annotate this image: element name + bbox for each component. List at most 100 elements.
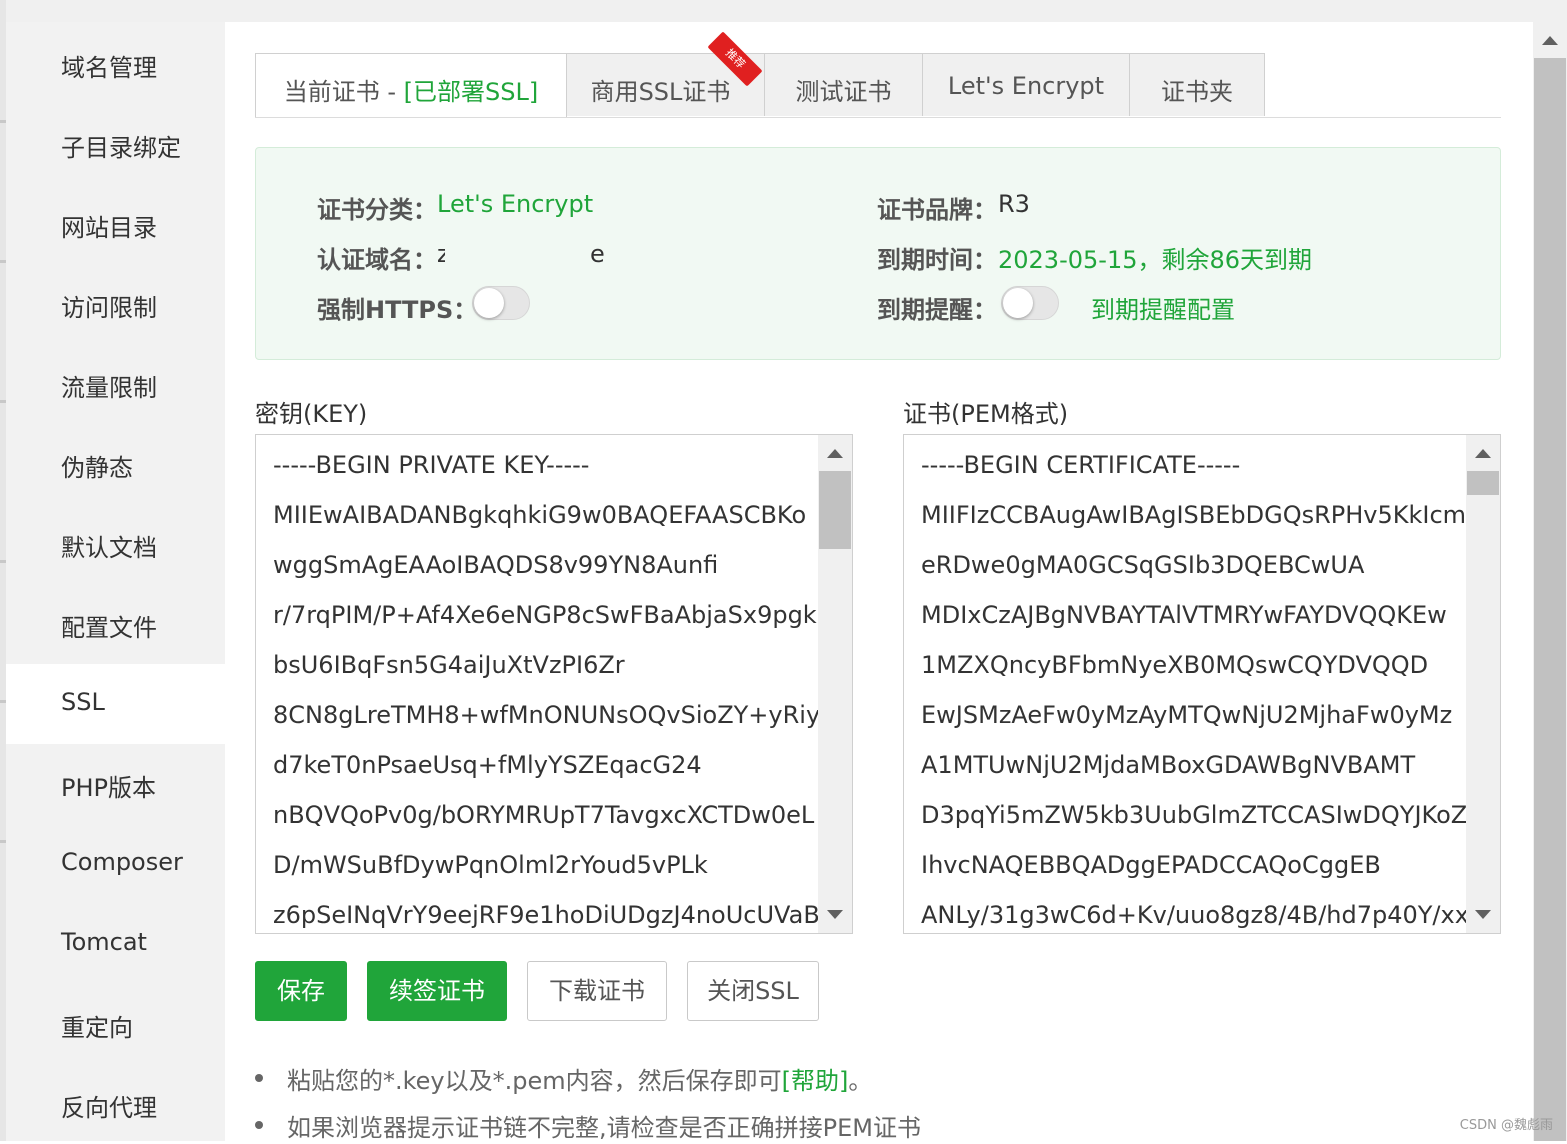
close-ssl-button[interactable]: 关闭SSL [687, 961, 819, 1021]
text-line: -----BEGIN CERTIFICATE----- [921, 451, 1241, 479]
ssl-tabs: 当前证书 - [已部署SSL] 商用SSL证书 推荐 测试证书 Let's En… [255, 31, 1501, 118]
sidebar-item-composer[interactable]: Composer [6, 824, 225, 904]
sidebar-item-subdir[interactable]: 子目录绑定 [6, 104, 225, 184]
cert-category-label: 证书分类： [317, 196, 437, 224]
sidebar-item-tomcat[interactable]: Tomcat [6, 904, 225, 984]
sidebar-item-label: PHP版本 [61, 774, 156, 802]
sidebar-item-label: 域名管理 [61, 54, 157, 82]
sidebar-item-label: 子目录绑定 [61, 134, 181, 162]
key-scrollbar[interactable] [818, 435, 852, 933]
cert-domain-label: 认证域名： [317, 246, 437, 274]
tab-folder-label: 证书夹 [1161, 78, 1233, 106]
text-line: 1MZXQncyBFbmNyeXB0MQswCQYDVQQD [921, 651, 1429, 679]
scroll-up-icon[interactable] [1542, 36, 1558, 45]
text-line: d7keT0nPsaeUsq+fMlyYSZEqacG24 [273, 751, 702, 779]
tip1-text: 粘贴您的*.key以及*.pem内容，然后保存即可 [287, 1067, 782, 1095]
cert-textarea[interactable]: -----BEGIN CERTIFICATE----- MIIFIzCCBAugA… [903, 434, 1501, 934]
sidebar-item-label: Tomcat [61, 928, 147, 956]
cert-brand-label: 证书品牌： [877, 196, 997, 224]
sidebar-item-redirect[interactable]: 重定向 [6, 984, 225, 1064]
tip2-text: 如果浏览器提示证书链不完整,请检查是否正确拼接PEM证书 [287, 1114, 921, 1142]
cert-domain-value-end: e [590, 240, 605, 268]
expiry-label: 到期时间： [877, 246, 997, 274]
download-cert-button[interactable]: 下载证书 [527, 961, 667, 1021]
sidebar-item-traffic-limit[interactable]: 流量限制 [6, 344, 225, 424]
top-strip [0, 0, 1567, 22]
text-line: nBQVQoPv0g/bORYMRUpT7TavgxcXCTDw0eL [273, 801, 815, 829]
sidebar-item-label: 伪静态 [61, 454, 133, 482]
text-line: D/mWSuBfDywPqnOlml2rYoud5vPLk [273, 851, 708, 879]
scroll-up-icon[interactable] [827, 449, 843, 458]
sidebar-item-default-doc[interactable]: 默认文档 [6, 504, 225, 584]
sidebar-item-php-version[interactable]: PHP版本 [6, 744, 225, 824]
text-line: MIIFIzCCBAugAwIBAgISBEbDGQsRPHv5KkIcm [921, 501, 1467, 529]
text-line: z6pSeINqVrY9eejRF9e1hoDiUDgzJ4noUcUVaB [273, 901, 820, 929]
watermark: CSDN @魏彪雨 [1459, 1118, 1553, 1133]
cert-text-lines: -----BEGIN CERTIFICATE----- MIIFIzCCBAugA… [921, 447, 1469, 933]
sidebar-item-label: 默认文档 [61, 534, 157, 562]
save-button[interactable]: 保存 [255, 961, 347, 1021]
key-text-lines: -----BEGIN PRIVATE KEY----- MIIEwAIBADANB… [273, 447, 821, 933]
scroll-thumb[interactable] [1467, 471, 1499, 495]
sidebar-item-site-dir[interactable]: 网站目录 [6, 184, 225, 264]
text-line: wggSmAgEAAoIBAQDS8v99YN8Aunfi [273, 551, 719, 579]
sidebar-item-label: Composer [61, 848, 183, 876]
scroll-down-icon[interactable] [827, 910, 843, 919]
tab-test-cert[interactable]: 测试证书 [764, 53, 923, 116]
text-line: ANLy/31g3wC6d+Kv/uuo8gz8/4B/hd7p40Y/xx [921, 901, 1469, 929]
sidebar-item-reverse-proxy[interactable]: 反向代理 [6, 1064, 225, 1144]
sidebar-item-label: 流量限制 [61, 374, 157, 402]
scroll-down-icon[interactable] [1475, 910, 1491, 919]
sidebar-item-label: 重定向 [61, 1014, 133, 1042]
domain-redaction [445, 241, 610, 271]
sidebar-item-label: 配置文件 [61, 614, 157, 642]
ssl-deployed-status: [已部署SSL] [403, 78, 539, 106]
bullet-icon [255, 1074, 263, 1082]
expiry-reminder-toggle[interactable] [1001, 286, 1059, 320]
bullet-icon [255, 1121, 263, 1129]
sidebar-item-label: 反向代理 [61, 1094, 157, 1122]
force-https-toggle[interactable] [472, 286, 530, 320]
sidebar-item-config-file[interactable]: 配置文件 [6, 584, 225, 664]
sidebar-item-label: 访问限制 [61, 294, 157, 322]
text-line: eRDwe0gMA0GCSqGSIb3DQEBCwUA [921, 551, 1365, 579]
tab-current-cert[interactable]: 当前证书 - [已部署SSL] [255, 53, 567, 117]
scroll-thumb[interactable] [819, 471, 851, 549]
sidebar-item-ssl[interactable]: SSL [6, 664, 225, 744]
tab-cert-folder[interactable]: 证书夹 [1129, 53, 1265, 116]
text-line: D3pqYi5mZW5kb3UubGlmZTCCASIwDQYJKoZ [921, 801, 1468, 829]
tab-current-label: 当前证书 - [283, 78, 404, 106]
cert-brand-value: R3 [998, 190, 1030, 218]
toggle-knob [474, 288, 504, 318]
sidebar-item-access-limit[interactable]: 访问限制 [6, 264, 225, 344]
force-https-label: 强制HTTPS： [317, 296, 478, 324]
expiry-reminder-config-link[interactable]: 到期提醒配置 [1091, 290, 1235, 325]
text-line: r/7rqPIM/P+Af4Xe6eNGP8cSwFBaAbjaSx9pgk [273, 601, 817, 629]
tab-letsencrypt-label: Let's Encrypt [947, 72, 1105, 100]
text-line: A1MTUwNjU2MjdaMBoxGDAWBgNVBAMT [921, 751, 1416, 779]
text-line: IhvcNAQEBBQADggEPADCCAQoCggEB [921, 851, 1381, 879]
text-line: EwJSMzAeFw0yMzAyMTQwNjU2MjhaFw0yMz [921, 701, 1453, 729]
text-line: bsU6IBqFsn5G4aiJuXtVzPI6Zr [273, 651, 625, 679]
sidebar-item-label: 网站目录 [61, 214, 157, 242]
expiry-reminder-label: 到期提醒： [877, 296, 997, 324]
sidebar-item-domain[interactable]: 域名管理 [6, 24, 225, 104]
cert-field-label: 证书(PEM格式) [903, 400, 1069, 428]
tip1-end: 。 [848, 1067, 873, 1095]
scroll-thumb[interactable] [1534, 58, 1566, 1141]
sidebar-nav: 域名管理 子目录绑定 网站目录 访问限制 流量限制 伪静态 默认文档 配置文件 … [6, 22, 225, 1141]
text-line: MDIxCzAJBgNVBAYTAlVTMRYwFAYDVQQKEw [921, 601, 1447, 629]
sidebar-item-rewrite[interactable]: 伪静态 [6, 424, 225, 504]
page-scrollbar[interactable] [1533, 22, 1567, 1141]
tab-commercial-ssl[interactable]: 商用SSL证书 推荐 [566, 31, 765, 116]
cert-category-value: Let's Encrypt [437, 190, 594, 218]
toggle-knob [1003, 288, 1033, 318]
tab-test-label: 测试证书 [795, 78, 892, 106]
cert-scrollbar[interactable] [1466, 435, 1500, 933]
renew-cert-button[interactable]: 续签证书 [367, 961, 507, 1021]
text-line: 8CN8gLreTMH8+wfMnONUNsOQvSioZY+yRiy [273, 701, 821, 729]
scroll-up-icon[interactable] [1475, 449, 1491, 458]
key-textarea[interactable]: -----BEGIN PRIVATE KEY----- MIIEwAIBADANB… [255, 434, 853, 934]
tab-lets-encrypt[interactable]: Let's Encrypt [922, 53, 1130, 116]
help-link[interactable]: [帮助] [782, 1067, 849, 1095]
